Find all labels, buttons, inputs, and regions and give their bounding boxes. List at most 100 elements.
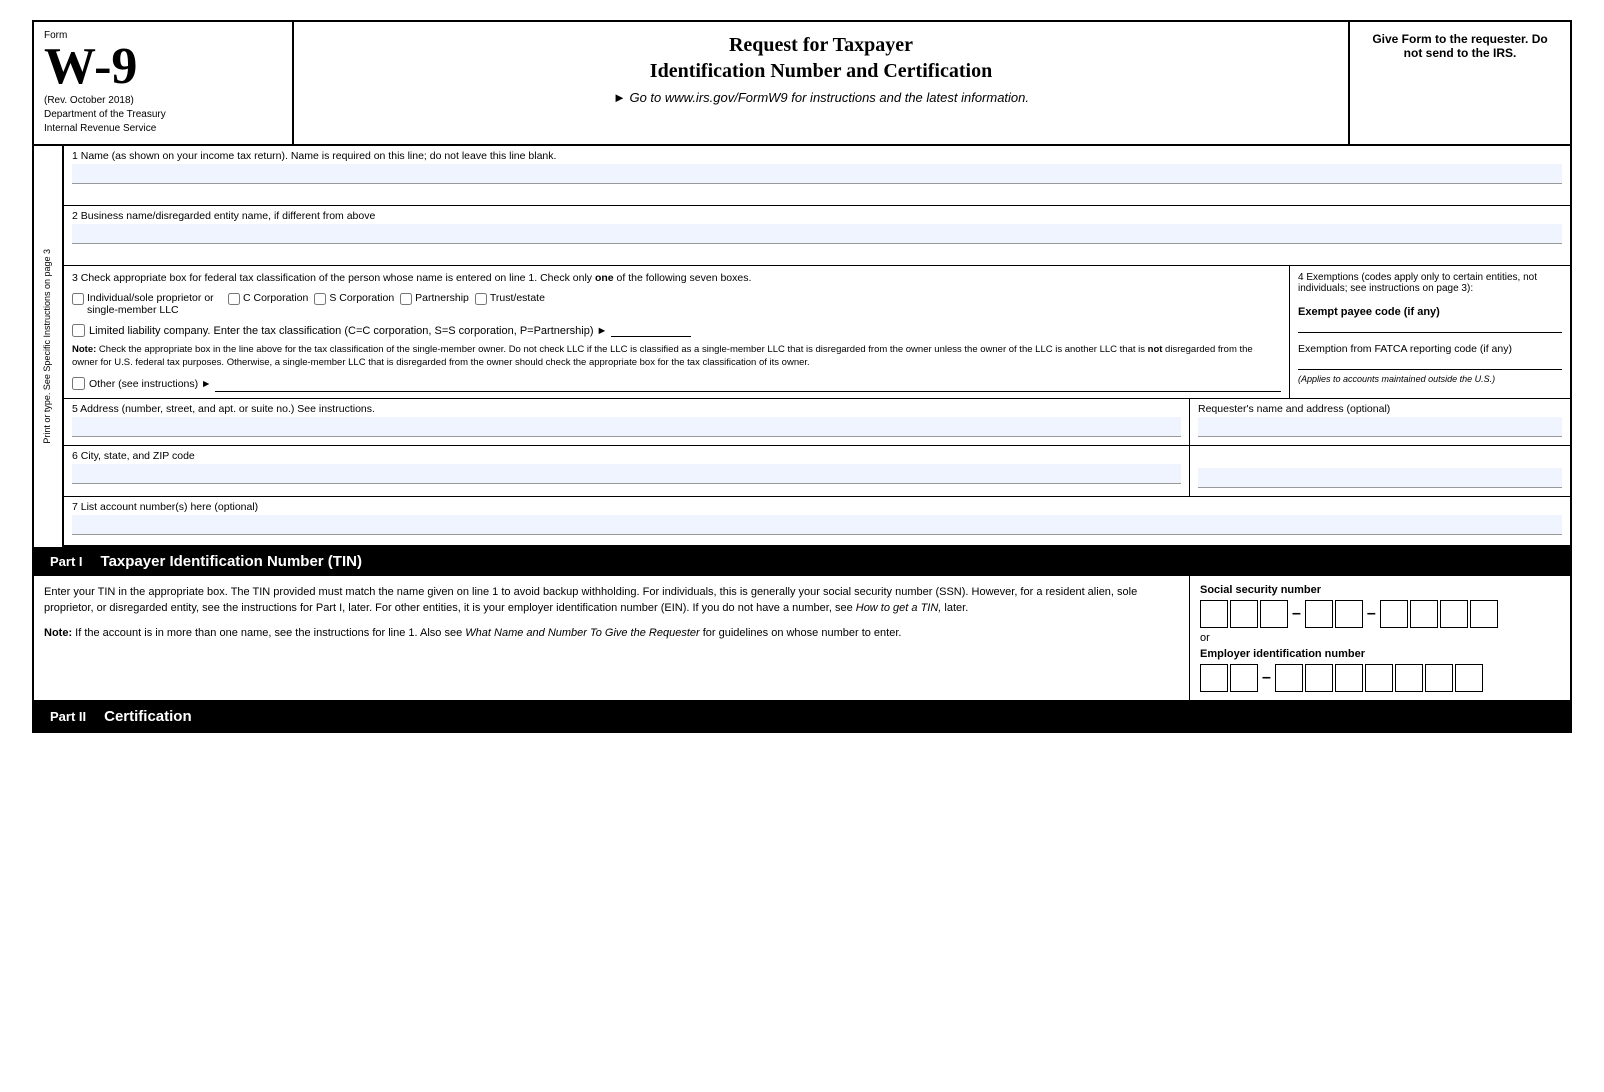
field-1-row: 1 Name (as shown on your income tax retu… xyxy=(64,146,1570,206)
ein-group2 xyxy=(1275,664,1483,692)
row-5-req: 5 Address (number, street, and apt. or s… xyxy=(64,399,1570,446)
col-6b xyxy=(1190,446,1570,496)
fatca-italic: (Applies to accounts maintained outside … xyxy=(1298,374,1562,384)
ein-cell-4[interactable] xyxy=(1305,664,1333,692)
checkbox-other-input[interactable] xyxy=(72,377,85,390)
field-6-input[interactable] xyxy=(72,464,1181,484)
col-6: 6 City, state, and ZIP code xyxy=(64,446,1190,496)
exempt-payee-input[interactable] xyxy=(1298,320,1562,333)
ssn-dash-1: – xyxy=(1292,605,1301,623)
ein-box: – xyxy=(1200,664,1560,692)
checkbox-s-corp: S Corporation xyxy=(314,292,394,305)
checkbox-trust-input[interactable] xyxy=(475,293,487,305)
ein-cell-3[interactable] xyxy=(1275,664,1303,692)
ein-group1 xyxy=(1200,664,1258,692)
header-left: Form W-9 (Rev. October 2018) Department … xyxy=(34,22,294,144)
ein-cell-8[interactable] xyxy=(1425,664,1453,692)
fatca-label: Exemption from FATCA reporting code (if … xyxy=(1298,343,1562,370)
sidebar: Print or type. See Specific Instructions… xyxy=(34,146,64,547)
form-title: Request for Taxpayer Identification Numb… xyxy=(314,32,1328,84)
checkbox-partnership-input[interactable] xyxy=(400,293,412,305)
row-3-4: 3 Check appropriate box for federal tax … xyxy=(64,266,1570,399)
exempt-payee-section: Exempt payee code (if any) xyxy=(1298,306,1562,333)
checkbox-partnership: Partnership xyxy=(400,292,469,305)
or-text: or xyxy=(1200,632,1560,644)
field-5-label: 5 Address (number, street, and apt. or s… xyxy=(72,403,1181,415)
llc-classification-input[interactable] xyxy=(611,324,691,337)
ssn-group3 xyxy=(1380,600,1498,628)
ssn-cell-2[interactable] xyxy=(1230,600,1258,628)
part1-left: Enter your TIN in the appropriate box. T… xyxy=(34,576,1190,700)
ein-cell-6[interactable] xyxy=(1365,664,1393,692)
checkboxes-row: Individual/sole proprietor or single-mem… xyxy=(72,292,1281,316)
ein-label: Employer identification number xyxy=(1200,648,1560,660)
col-req: Requester's name and address (optional) xyxy=(1190,399,1570,445)
field-4-label: 4 Exemptions (codes apply only to certai… xyxy=(1298,272,1562,294)
ssn-box: – – xyxy=(1200,600,1560,628)
part2-label: Part II xyxy=(42,707,94,726)
ssn-group1 xyxy=(1200,600,1288,628)
part1-label: Part I xyxy=(42,552,91,571)
ssn-cell-4[interactable] xyxy=(1305,600,1333,628)
note-text: Note: Check the appropriate box in the l… xyxy=(72,343,1281,370)
part1-title: Taxpayer Identification Number (TIN) xyxy=(101,553,362,570)
field-1-label: 1 Name (as shown on your income tax retu… xyxy=(72,150,1562,162)
part1-right: Social security number – – xyxy=(1190,576,1570,700)
checkbox-s-corp-input[interactable] xyxy=(314,293,326,305)
requester-label: Requester's name and address (optional) xyxy=(1198,403,1562,415)
form-subtitle: ► Go to www.irs.gov/FormW9 for instructi… xyxy=(314,90,1328,105)
ssn-cell-9[interactable] xyxy=(1470,600,1498,628)
checkbox-individual: Individual/sole proprietor or single-mem… xyxy=(72,292,222,316)
ssn-label: Social security number xyxy=(1200,584,1560,596)
field-7-input[interactable] xyxy=(72,515,1562,535)
ssn-cell-5[interactable] xyxy=(1335,600,1363,628)
ssn-cell-7[interactable] xyxy=(1410,600,1438,628)
form-number: W-9 xyxy=(44,41,282,93)
col-4: 4 Exemptions (codes apply only to certai… xyxy=(1290,266,1570,398)
field-2-input[interactable] xyxy=(72,224,1562,244)
field-5-input[interactable] xyxy=(72,417,1181,437)
row-6: 6 City, state, and ZIP code xyxy=(64,446,1570,497)
row-7: 7 List account number(s) here (optional) xyxy=(64,497,1570,547)
field-2-label: 2 Business name/disregarded entity name,… xyxy=(72,210,1562,222)
fatca-input[interactable] xyxy=(1298,357,1562,370)
field-6-label: 6 City, state, and ZIP code xyxy=(72,450,1181,462)
requester-input[interactable] xyxy=(1198,417,1562,437)
rev-date: (Rev. October 2018) xyxy=(44,95,282,106)
form-body: Print or type. See Specific Instructions… xyxy=(34,146,1570,547)
ein-cell-1[interactable] xyxy=(1200,664,1228,692)
col-3: 3 Check appropriate box for federal tax … xyxy=(64,266,1290,398)
other-row: Other (see instructions) ► xyxy=(72,376,1281,392)
other-input[interactable] xyxy=(215,376,1281,392)
requester-address-input[interactable] xyxy=(1198,468,1562,488)
ssn-dash-2: – xyxy=(1367,605,1376,623)
checkbox-c-corp-input[interactable] xyxy=(228,293,240,305)
llc-row: Limited liability company. Enter the tax… xyxy=(72,324,1281,337)
sidebar-text: Print or type. See Specific Instructions… xyxy=(40,245,56,448)
part2-title: Certification xyxy=(104,708,192,725)
header-center: Request for Taxpayer Identification Numb… xyxy=(294,22,1350,144)
checkbox-trust: Trust/estate xyxy=(475,292,545,305)
field-7-label: 7 List account number(s) here (optional) xyxy=(72,501,1562,513)
part2-header: Part II Certification xyxy=(34,702,1570,731)
field-2-row: 2 Business name/disregarded entity name,… xyxy=(64,206,1570,266)
ssn-cell-6[interactable] xyxy=(1380,600,1408,628)
checkbox-llc-input[interactable] xyxy=(72,324,85,337)
ssn-cell-1[interactable] xyxy=(1200,600,1228,628)
checkbox-individual-input[interactable] xyxy=(72,293,84,305)
part1-header: Part I Taxpayer Identification Number (T… xyxy=(34,547,1570,576)
form-header: Form W-9 (Rev. October 2018) Department … xyxy=(34,22,1570,146)
checkbox-c-corp: C Corporation xyxy=(228,292,308,305)
ein-cell-2[interactable] xyxy=(1230,664,1258,692)
dept: Department of the Treasury Internal Reve… xyxy=(44,108,282,136)
form-fields: 1 Name (as shown on your income tax retu… xyxy=(64,146,1570,547)
ein-cell-7[interactable] xyxy=(1395,664,1423,692)
col-5: 5 Address (number, street, and apt. or s… xyxy=(64,399,1190,445)
ssn-group2 xyxy=(1305,600,1363,628)
ein-cell-5[interactable] xyxy=(1335,664,1363,692)
ssn-cell-3[interactable] xyxy=(1260,600,1288,628)
header-right: Give Form to the requester. Do not send … xyxy=(1350,22,1570,144)
ssn-cell-8[interactable] xyxy=(1440,600,1468,628)
field-1-input[interactable] xyxy=(72,164,1562,184)
ein-cell-9[interactable] xyxy=(1455,664,1483,692)
